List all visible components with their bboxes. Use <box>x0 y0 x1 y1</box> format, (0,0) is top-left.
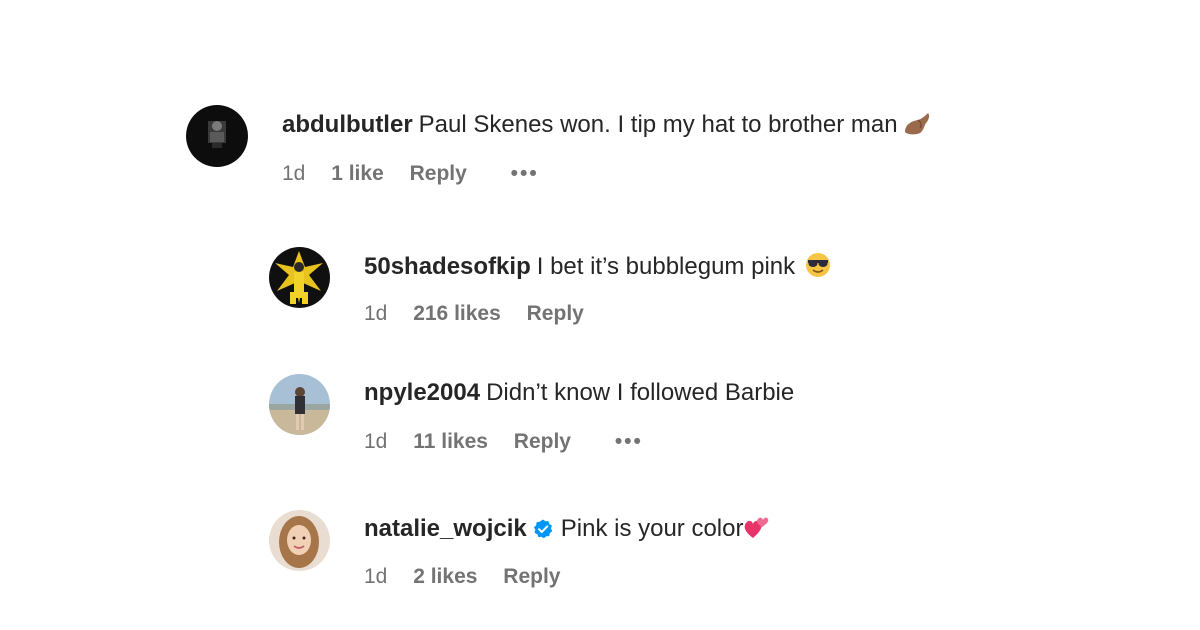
reply-button[interactable]: Reply <box>410 160 467 188</box>
username[interactable]: abdulbutler <box>282 111 413 138</box>
avatar-image <box>269 510 330 571</box>
avatar-image <box>186 105 248 167</box>
reply-button[interactable]: Reply <box>503 563 560 591</box>
comment-age: 1d <box>364 302 388 325</box>
comment-age: 1d <box>364 565 388 588</box>
username[interactable]: natalie_wojcik <box>364 515 527 542</box>
username[interactable]: npyle2004 <box>364 379 480 406</box>
comment-text: Pink is your color <box>560 515 744 542</box>
likes-count[interactable]: 2 likes <box>413 563 477 591</box>
two-hearts-emoji <box>743 514 771 548</box>
likes-count[interactable]: 216 likes <box>413 300 501 328</box>
avatar-image <box>269 374 330 435</box>
reply-button[interactable]: Reply <box>527 300 584 328</box>
comment-text: I bet it’s bubblegum pink <box>536 253 796 280</box>
finger-pointing-emoji <box>902 112 932 144</box>
comment-text: Didn’t know I followed Barbie <box>486 379 795 406</box>
verified-badge-icon <box>533 517 553 547</box>
likes-count[interactable]: 1 like <box>331 160 384 188</box>
avatar[interactable] <box>269 374 330 435</box>
comment-age: 1d <box>282 162 306 185</box>
username[interactable]: 50shadesofkip <box>364 253 531 280</box>
sunglasses-emoji <box>805 252 831 286</box>
more-options-icon[interactable]: ••• <box>615 428 643 456</box>
avatar[interactable] <box>269 510 330 571</box>
avatar[interactable] <box>269 247 330 308</box>
comment-text: Paul Skenes won. I tip my hat to brother… <box>418 111 898 138</box>
avatar[interactable] <box>186 105 248 167</box>
more-options-icon[interactable]: ••• <box>511 160 539 188</box>
comment-age: 1d <box>364 430 388 453</box>
reply-button[interactable]: Reply <box>514 428 571 456</box>
avatar-image <box>269 247 330 308</box>
likes-count[interactable]: 11 likes <box>413 428 488 456</box>
